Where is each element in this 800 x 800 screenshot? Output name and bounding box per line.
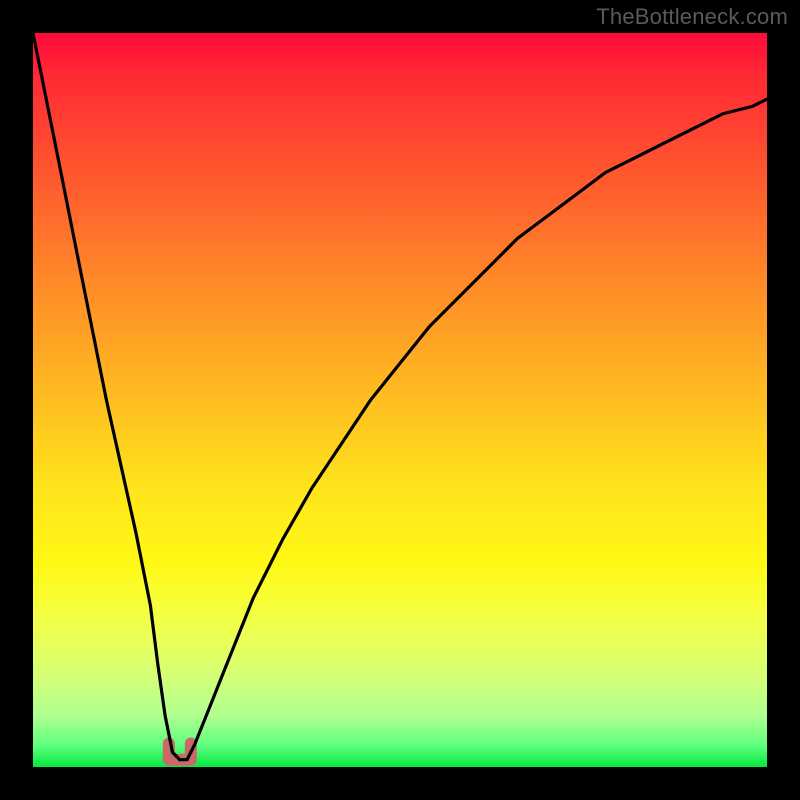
chart-frame: TheBottleneck.com <box>0 0 800 800</box>
watermark-label: TheBottleneck.com <box>596 4 788 30</box>
plot-area <box>33 33 767 767</box>
curve-svg <box>33 33 767 767</box>
bottleneck-curve-right <box>180 99 767 760</box>
bottleneck-curve-left <box>33 33 180 760</box>
